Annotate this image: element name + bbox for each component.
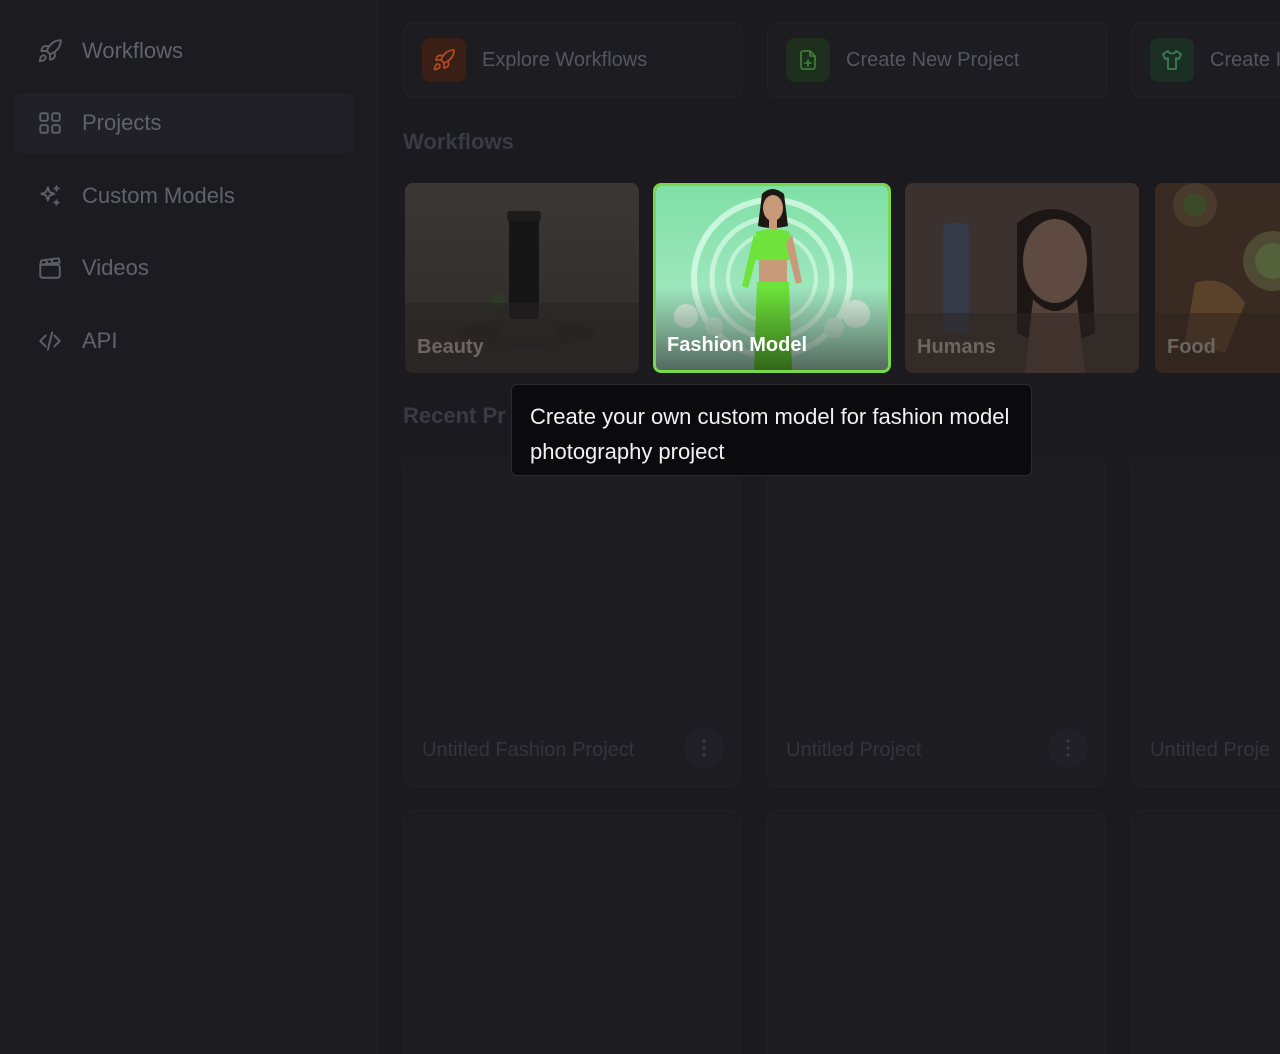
rocket-icon xyxy=(36,37,64,65)
create-item-button[interactable]: Create I xyxy=(1131,22,1280,98)
project-name: Untitled Proje xyxy=(1150,739,1271,761)
project-card[interactable] xyxy=(767,810,1105,1054)
more-vertical-icon xyxy=(1066,739,1070,757)
action-label: Create New Project xyxy=(846,48,1020,71)
sidebar-item-label: Projects xyxy=(82,110,162,135)
workflow-card-humans[interactable]: Humans xyxy=(905,183,1139,373)
sidebar-item-label: API xyxy=(82,328,118,353)
project-card[interactable] xyxy=(1131,810,1280,1054)
recent-projects-section-title: Recent Pr xyxy=(403,403,506,428)
sidebar-item-label: Custom Models xyxy=(82,183,235,208)
sidebar-item-videos[interactable]: Videos xyxy=(14,238,354,298)
workflow-label: Fashion Model xyxy=(667,334,807,356)
action-label: Create I xyxy=(1210,48,1280,71)
workflow-card-food[interactable]: Food xyxy=(1155,183,1280,373)
rocket-icon xyxy=(422,38,466,82)
create-new-project-button[interactable]: Create New Project xyxy=(767,22,1107,98)
action-label: Explore Workflows xyxy=(482,48,648,71)
project-name: Untitled Fashion Project xyxy=(422,739,635,761)
code-icon xyxy=(36,327,64,355)
clapperboard-icon xyxy=(36,254,64,282)
workflow-label: Humans xyxy=(917,336,996,358)
sparkle-icon xyxy=(36,182,64,210)
explore-workflows-button[interactable]: Explore Workflows xyxy=(403,22,743,98)
file-plus-icon xyxy=(786,38,830,82)
sidebar-item-custom-models[interactable]: Custom Models xyxy=(14,166,354,226)
grid-icon xyxy=(36,109,64,137)
more-vertical-icon xyxy=(702,739,706,757)
project-card[interactable]: Untitled Fashion Project xyxy=(403,457,741,787)
sidebar: Workflows Projects Custom Models Videos … xyxy=(0,0,378,1054)
sidebar-item-workflows[interactable]: Workflows xyxy=(14,21,354,81)
workflow-tooltip: Create your own custom model for fashion… xyxy=(511,384,1032,476)
project-name: Untitled Project xyxy=(786,739,922,761)
more-options-button[interactable] xyxy=(684,728,724,768)
main-content: Explore Workflows Create New Project Cre… xyxy=(378,0,1280,1054)
sidebar-item-label: Workflows xyxy=(82,38,184,63)
more-options-button[interactable] xyxy=(1048,728,1088,768)
workflow-label: Food xyxy=(1167,336,1216,358)
workflow-card-beauty[interactable]: Beauty xyxy=(405,183,639,373)
sidebar-item-label: Videos xyxy=(82,255,149,280)
sidebar-item-api[interactable]: API xyxy=(14,311,354,371)
workflow-label: Beauty xyxy=(417,336,484,358)
project-card[interactable]: Untitled Proje xyxy=(1131,457,1280,787)
project-card[interactable]: Untitled Project xyxy=(767,457,1105,787)
workflow-card-fashion-model[interactable]: Fashion Model xyxy=(653,183,891,373)
workflows-section-title: Workflows xyxy=(403,129,514,154)
project-card[interactable] xyxy=(403,810,741,1054)
sidebar-item-projects[interactable]: Projects xyxy=(14,93,354,153)
shirt-icon xyxy=(1150,38,1194,82)
